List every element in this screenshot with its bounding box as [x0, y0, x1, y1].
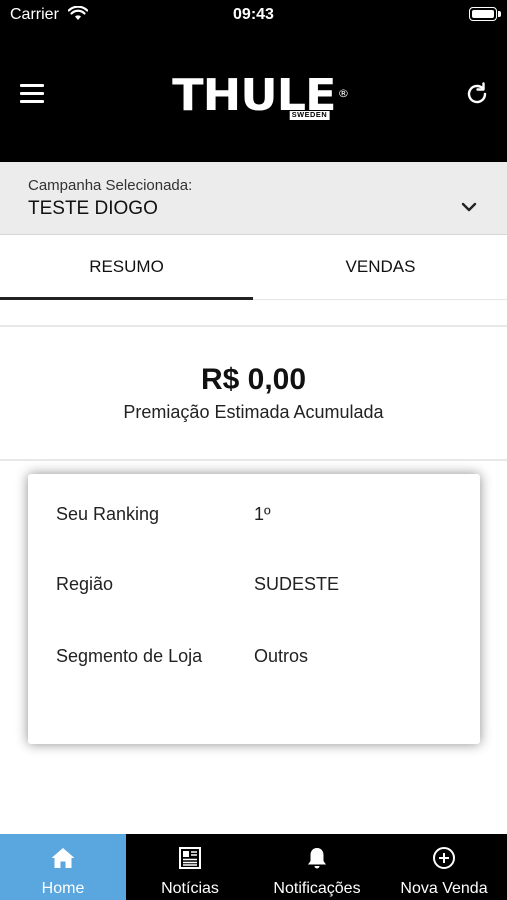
summary-section: R$ 0,00 Premiação Estimada Acumulada [0, 360, 507, 423]
bell-icon [254, 846, 380, 870]
tabbar-home-label: Home [41, 880, 85, 897]
bottom-tab-bar: Home Notícias Notificações Nova Venda [0, 834, 507, 900]
tabbar-nova-venda-label: Nova Venda [400, 880, 488, 897]
tabbar-noticias-label: Notícias [161, 880, 219, 897]
thule-logo: THULE SWEDEN ® [172, 74, 349, 120]
ranking-key: Seu Ranking [56, 504, 160, 524]
home-icon [0, 846, 126, 870]
tab-bar-top: RESUMO VENDAS [0, 235, 507, 300]
divider [0, 325, 507, 327]
campaign-value: TESTE DIOGO [28, 198, 158, 219]
divider [0, 459, 507, 461]
tabbar-noticias[interactable]: Notícias [127, 834, 253, 900]
tab-resumo[interactable]: RESUMO [0, 235, 253, 300]
ranking-value: 1º [254, 504, 271, 524]
ranking-card: Seu Ranking 1º Região SUDESTE Segmento d… [28, 474, 480, 744]
logo-sub: SWEDEN [289, 111, 329, 120]
store-segment-value: Outros [254, 646, 309, 666]
chevron-down-icon [461, 200, 477, 218]
estimated-prize-amount: R$ 0,00 [200, 363, 307, 396]
refresh-icon[interactable] [463, 80, 491, 108]
tabbar-home[interactable]: Home [0, 834, 126, 900]
store-segment-key: Segmento de Loja [56, 646, 203, 666]
clock: 09:43 [233, 6, 274, 23]
tabbar-notificacoes[interactable]: Notificações [254, 834, 380, 900]
tabbar-nova-venda[interactable]: Nova Venda [381, 834, 507, 900]
battery-icon [469, 7, 501, 21]
tab-vendas[interactable]: VENDAS [254, 235, 507, 299]
region-value: SUDESTE [254, 574, 340, 594]
status-bar: Carrier 09:43 [0, 0, 507, 32]
tabbar-notificacoes-label: Notificações [273, 880, 361, 897]
region-key: Região [56, 574, 114, 594]
newspaper-icon [127, 846, 253, 870]
estimated-prize-caption: Premiação Estimada Acumulada [123, 402, 384, 422]
campaign-label: Campanha Selecionada: [28, 177, 193, 194]
logo-container: THULE SWEDEN ® [0, 74, 507, 120]
plus-circle-icon [381, 846, 507, 870]
campaign-selector[interactable]: Campanha Selecionada: TESTE DIOGO [0, 162, 507, 235]
app-header: THULE SWEDEN ® [0, 32, 507, 162]
logo-registered: ® [337, 87, 349, 100]
